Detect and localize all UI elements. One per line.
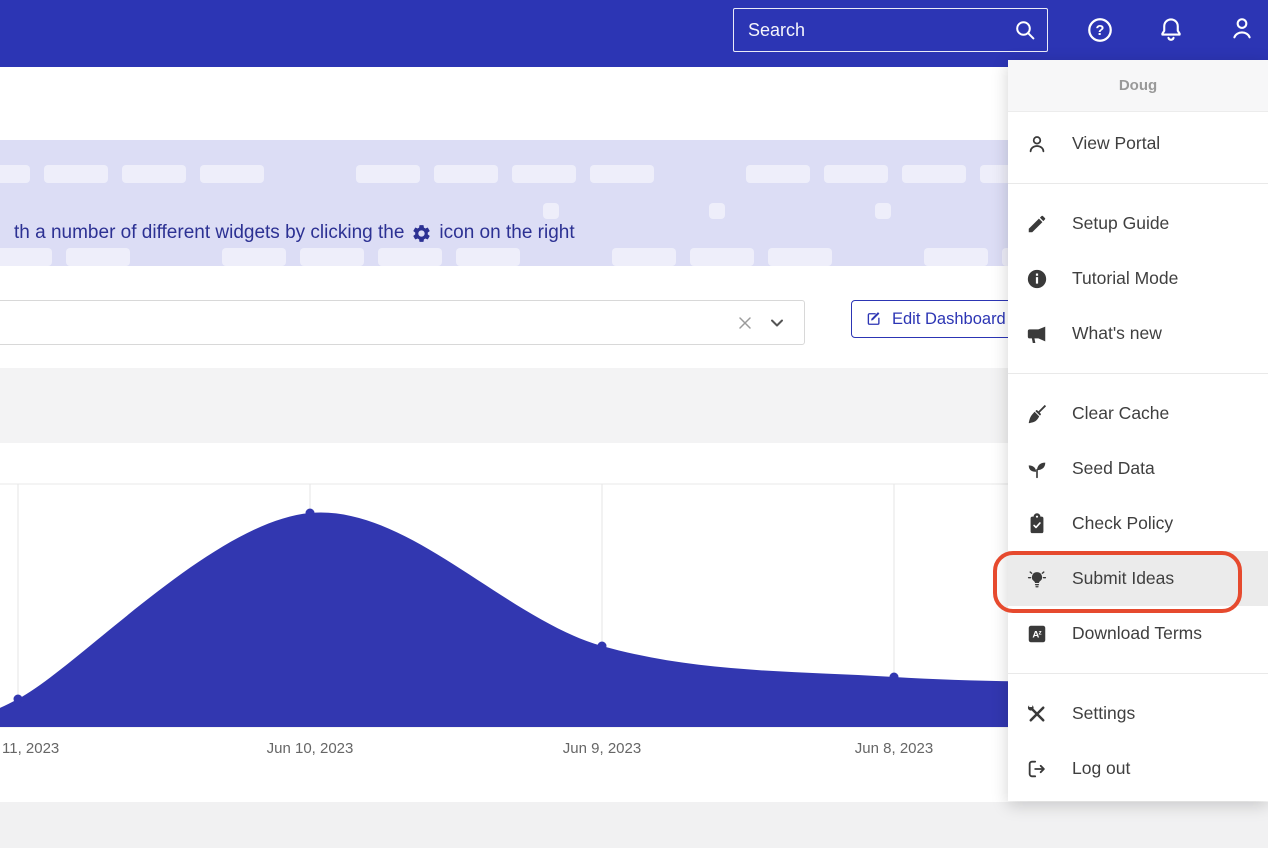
menu-item-setup-guide[interactable]: Setup Guide xyxy=(1008,196,1268,251)
x-axis-label: Jun 10, 2023 xyxy=(266,740,354,757)
logout-icon xyxy=(1026,758,1048,780)
bullhorn-icon xyxy=(1026,323,1048,345)
seedling-icon xyxy=(1026,458,1048,480)
edit-pencil-square-icon xyxy=(865,310,883,328)
edit-dashboard-label: Edit Dashboard xyxy=(892,309,1006,328)
menu-item-label: View Portal xyxy=(1072,133,1161,153)
menu-item-label: Download Terms xyxy=(1072,623,1203,643)
search-input[interactable] xyxy=(734,9,1047,51)
svg-text:z: z xyxy=(1038,629,1041,636)
broom-icon xyxy=(1026,403,1048,425)
menu-divider xyxy=(1008,673,1268,674)
info-circle-icon xyxy=(1026,268,1048,290)
user-outline-icon xyxy=(1026,133,1048,155)
x-axis-label: Jun 8, 2023 xyxy=(854,740,934,757)
menu-item-seed-data[interactable]: Seed Data xyxy=(1008,441,1268,496)
menu-item-settings[interactable]: Settings xyxy=(1008,686,1268,741)
menu-item-label: Check Policy xyxy=(1072,513,1174,533)
gear-icon xyxy=(411,223,432,244)
clear-selection-icon[interactable] xyxy=(735,313,755,333)
lightbulb-icon xyxy=(1026,568,1048,590)
menu-item-label: Setup Guide xyxy=(1072,213,1170,233)
menu-item-label: Seed Data xyxy=(1072,458,1155,478)
menu-divider xyxy=(1008,373,1268,374)
footer-band xyxy=(0,802,1268,848)
banner-text-before: th a number of different widgets by clic… xyxy=(14,222,405,243)
user-icon[interactable] xyxy=(1228,14,1256,42)
menu-item-tutorial-mode[interactable]: Tutorial Mode xyxy=(1008,251,1268,306)
bell-icon[interactable] xyxy=(1157,15,1185,43)
x-axis-label: Jun 9, 2023 xyxy=(562,740,642,757)
menu-item-submit-ideas[interactable]: Submit Ideas xyxy=(1008,551,1268,606)
menu-item-label: Clear Cache xyxy=(1072,403,1170,423)
menu-item-whats-new[interactable]: What's new xyxy=(1008,306,1268,361)
menu-item-label: Log out xyxy=(1072,758,1131,778)
menu-item-label: Submit Ideas xyxy=(1072,568,1175,588)
font-box-icon: Az xyxy=(1026,623,1048,645)
banner-text-after: icon on the right xyxy=(439,222,575,243)
menu-item-clear-cache[interactable]: Clear Cache xyxy=(1008,386,1268,441)
menu-item-download-terms[interactable]: Az Download Terms xyxy=(1008,606,1268,661)
chevron-down-icon[interactable] xyxy=(767,313,787,333)
app-window: ? th a number of different widgets by cl… xyxy=(0,0,1268,848)
menu-item-log-out[interactable]: Log out xyxy=(1008,741,1268,796)
help-icon[interactable]: ? xyxy=(1086,16,1114,44)
x-axis-label: 11, 2023 xyxy=(2,740,60,757)
user-menu-header: Doug xyxy=(1008,60,1268,112)
menu-item-check-policy[interactable]: Check Policy xyxy=(1008,496,1268,551)
menu-divider xyxy=(1008,183,1268,184)
menu-item-label: What's new xyxy=(1072,323,1162,343)
search-icon[interactable] xyxy=(1013,18,1037,42)
dashboard-select[interactable] xyxy=(0,300,805,345)
user-name: Doug xyxy=(1118,77,1158,94)
menu-item-label: Settings xyxy=(1072,703,1136,723)
edit-dashboard-button[interactable]: Edit Dashboard xyxy=(851,300,1021,338)
menu-item-view-portal[interactable]: View Portal xyxy=(1008,116,1268,171)
user-menu-dropdown: Doug View Portal Setup Guide Tutorial Mo… xyxy=(1008,60,1268,801)
tools-icon xyxy=(1026,703,1048,725)
user-menu-body: View Portal Setup Guide Tutorial Mode Wh… xyxy=(1008,112,1268,796)
menu-item-label: Tutorial Mode xyxy=(1072,268,1179,288)
top-navigation-bar: ? xyxy=(0,0,1268,67)
pencil-icon xyxy=(1026,213,1048,235)
svg-text:?: ? xyxy=(1096,23,1105,39)
banner-text: th a number of different widgets by clic… xyxy=(14,222,575,244)
clipboard-check-icon xyxy=(1026,512,1048,535)
global-search[interactable] xyxy=(733,8,1048,52)
